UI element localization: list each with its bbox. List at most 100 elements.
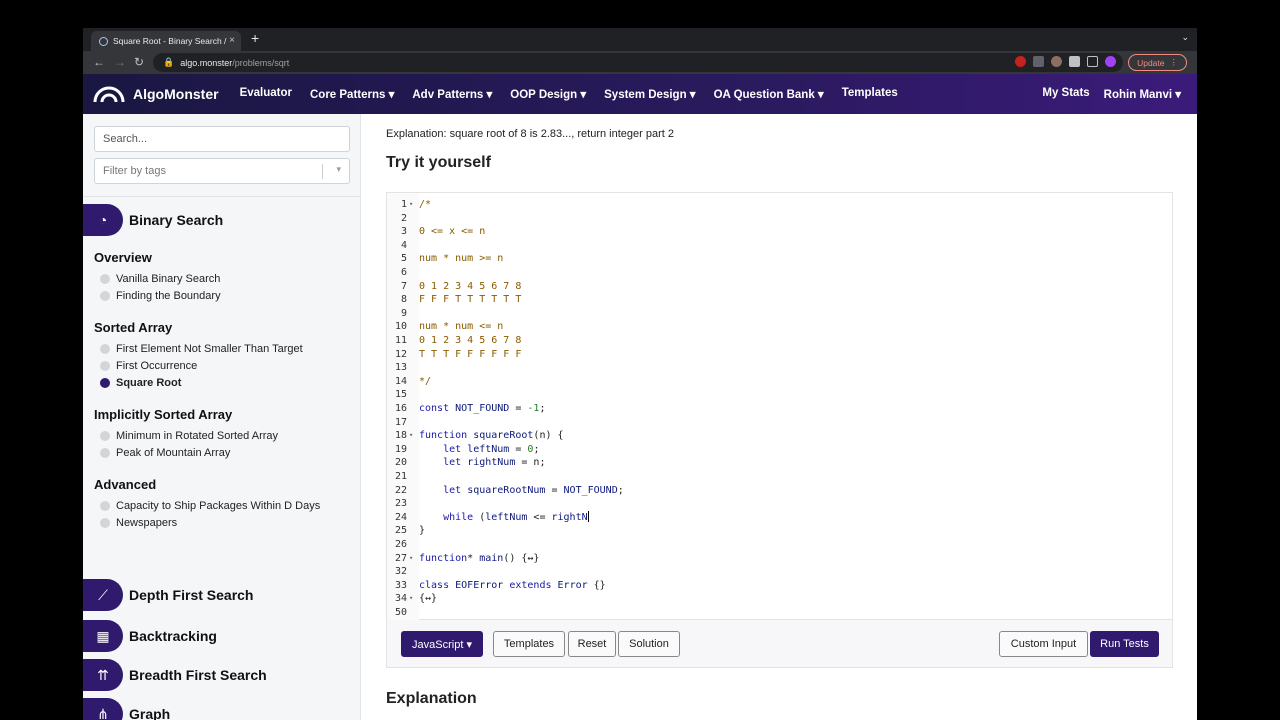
code-editor[interactable]: 1 ▾/* 2 3 0 <= x <= n 4 5 num * num >= n670 1 2… <box>386 192 1173 621</box>
section-title: Advanced <box>94 477 157 492</box>
extension-red-icon[interactable] <box>1015 56 1026 67</box>
backtracking-icon: ▦ <box>83 620 123 652</box>
close-tab-icon[interactable]: × <box>229 35 235 46</box>
status-dot-icon <box>100 274 110 284</box>
solution-button[interactable]: Solution <box>618 631 680 657</box>
fold-arrow-icon[interactable]: ▾ <box>409 592 413 606</box>
sidebar-item[interactable]: Capacity to Ship Packages Within D Days <box>100 500 320 512</box>
nav-adv-patterns[interactable]: Adv Patterns ▾ <box>403 87 501 101</box>
topic-breadth-first-search[interactable]: ⇈ Breadth First Search <box>83 659 267 691</box>
code-line[interactable]: 34 ▾ {↔} <box>387 592 1167 606</box>
forward-icon[interactable]: → <box>114 55 126 69</box>
code-line[interactable]: 15 <box>387 388 1167 402</box>
nav-templates[interactable]: Templates <box>833 87 907 101</box>
sidebar-item-active[interactable]: Square Root <box>100 377 181 389</box>
extension-gray-icon[interactable] <box>1033 56 1044 67</box>
line-number: 12 <box>394 348 407 360</box>
code-text: T T T F F F F F F <box>419 348 522 360</box>
filter-by-tags-select[interactable]: Filter by tags ▾ <box>94 158 350 184</box>
code-line[interactable]: 9 <box>387 307 1167 321</box>
status-dot-icon <box>100 344 110 354</box>
code-text: 0 1 2 3 4 5 6 7 8 <box>419 335 522 346</box>
update-button[interactable]: Update ⋮ <box>1128 54 1187 71</box>
fold-arrow-icon[interactable]: ▾ <box>409 429 413 443</box>
topic-binary-search[interactable]: ◔ Binary Search <box>83 204 223 236</box>
custom-input-button[interactable]: Custom Input <box>999 631 1088 657</box>
reset-button[interactable]: Reset <box>568 631 616 657</box>
graph-icon: ⋔ <box>83 698 123 720</box>
code-line[interactable]: 4 <box>387 239 1167 253</box>
user-menu[interactable]: Rohin Manvi ▾ <box>1104 87 1181 101</box>
nav-evaluator[interactable]: Evaluator <box>231 87 301 101</box>
templates-button[interactable]: Templates <box>493 631 565 657</box>
run-tests-button[interactable]: Run Tests <box>1090 631 1159 657</box>
nav-oa-question-bank[interactable]: OA Question Bank ▾ <box>705 87 833 101</box>
sidebar-item[interactable]: First Occurrence <box>100 360 197 372</box>
topic-graph[interactable]: ⋔ Graph <box>83 698 170 720</box>
sidebar-item[interactable]: Minimum in Rotated Sorted Array <box>100 430 278 442</box>
code-line[interactable]: 16 const NOT_FOUND = -1; <box>387 402 1167 416</box>
code-line[interactable]: 21 <box>387 470 1167 484</box>
profile-avatar-icon[interactable] <box>1105 56 1116 67</box>
fold-arrow-icon[interactable]: ▾ <box>409 198 413 212</box>
topic-backtracking[interactable]: ▦ Backtracking <box>83 620 217 652</box>
code-line[interactable]: 20 let rightNum = n; <box>387 456 1167 470</box>
sidebar-item-label: First Occurrence <box>116 360 198 372</box>
sidepanel-icon[interactable] <box>1087 56 1098 67</box>
sidebar-item-label: First Element Not Smaller Than Target <box>116 343 303 355</box>
code-line[interactable]: 33 class EOFError extends Error {} <box>387 579 1167 593</box>
sidebar-item[interactable]: Vanilla Binary Search <box>100 273 220 285</box>
reload-icon[interactable]: ↻ <box>134 55 144 69</box>
code-line[interactable]: 11 0 1 2 3 4 5 6 7 8 <box>387 334 1167 348</box>
sidebar-item[interactable]: First Element Not Smaller Than Target <box>100 343 303 355</box>
my-stats-link[interactable]: My Stats <box>1042 87 1089 101</box>
explanation-heading: Explanation <box>386 690 477 707</box>
code-line[interactable]: 1 ▾ /* <box>387 198 1167 212</box>
topic-label: Breadth First Search <box>129 667 267 683</box>
lock-icon: 🔒 <box>163 57 175 67</box>
extension-face-icon[interactable] <box>1051 56 1062 67</box>
nav-core-patterns[interactable]: Core Patterns ▾ <box>301 87 403 101</box>
topic-depth-first-search[interactable]: ⟋ Depth First Search <box>83 579 253 611</box>
language-select-button[interactable]: JavaScript ▾ <box>401 631 483 657</box>
code-line[interactable]: 2 <box>387 212 1167 226</box>
nav-oop-design[interactable]: OOP Design ▾ <box>501 87 595 101</box>
fold-arrow-icon[interactable]: ▾ <box>409 552 413 566</box>
brand-logo[interactable]: AlgoMonster <box>93 84 219 104</box>
code-line[interactable]: 22 let squareRootNum = NOT_FOUND; <box>387 484 1167 498</box>
code-line[interactable]: 50 <box>387 606 1167 620</box>
code-line[interactable]: 26 <box>387 538 1167 552</box>
browser-tab[interactable]: Square Root - Binary Search / × <box>91 31 241 51</box>
algomonster-logo-icon <box>93 86 125 103</box>
back-icon[interactable]: ← <box>93 55 105 69</box>
extensions-puzzle-icon[interactable] <box>1069 56 1080 67</box>
line-number: 16 <box>394 403 407 414</box>
line-number: 27 <box>394 552 407 564</box>
search-input[interactable] <box>94 126 350 152</box>
url-host: algo.monster <box>180 57 233 68</box>
code-line[interactable]: 6 <box>387 266 1167 280</box>
code-line[interactable]: 17 <box>387 416 1167 430</box>
code-line[interactable]: 5 num * num >= n <box>387 252 1167 266</box>
tab-search-chevron-icon[interactable]: ⌄ <box>1181 32 1189 43</box>
code-line[interactable]: 24 while (leftNum <= rightN <box>387 511 1167 525</box>
code-line[interactable]: 25} <box>387 524 1167 538</box>
sidebar-item[interactable]: Newspapers <box>100 517 177 529</box>
new-tab-button[interactable]: + <box>251 30 259 46</box>
sidebar-item[interactable]: Finding the Boundary <box>100 290 221 302</box>
code-line[interactable]: 27 ▾ function* main() {↔} <box>387 552 1167 566</box>
code-line[interactable]: 3 0 <= x <= n <box>387 225 1167 239</box>
code-line[interactable]: 7 0 1 2 3 4 5 6 7 8 <box>387 280 1167 294</box>
code-line[interactable]: 23 <box>387 497 1167 511</box>
code-line[interactable]: 32 <box>387 565 1167 579</box>
url-bar[interactable]: 🔒 algo.monster /problems/sqrt <box>153 53 1123 72</box>
code-line[interactable]: 19 let leftNum = 0; <box>387 443 1167 457</box>
code-line[interactable]: 18 ▾ function squareRoot(n) { <box>387 429 1167 443</box>
code-line[interactable]: 13 <box>387 361 1167 375</box>
code-line[interactable]: 12 T T T F F F F F F <box>387 348 1167 362</box>
code-line[interactable]: 10 num * num <= n <box>387 320 1167 334</box>
code-line[interactable]: 14 */ <box>387 375 1167 389</box>
code-line[interactable]: 8 F F F T T T T T T <box>387 293 1167 307</box>
sidebar-item[interactable]: Peak of Mountain Array <box>100 447 230 459</box>
nav-system-design[interactable]: System Design ▾ <box>595 87 704 101</box>
